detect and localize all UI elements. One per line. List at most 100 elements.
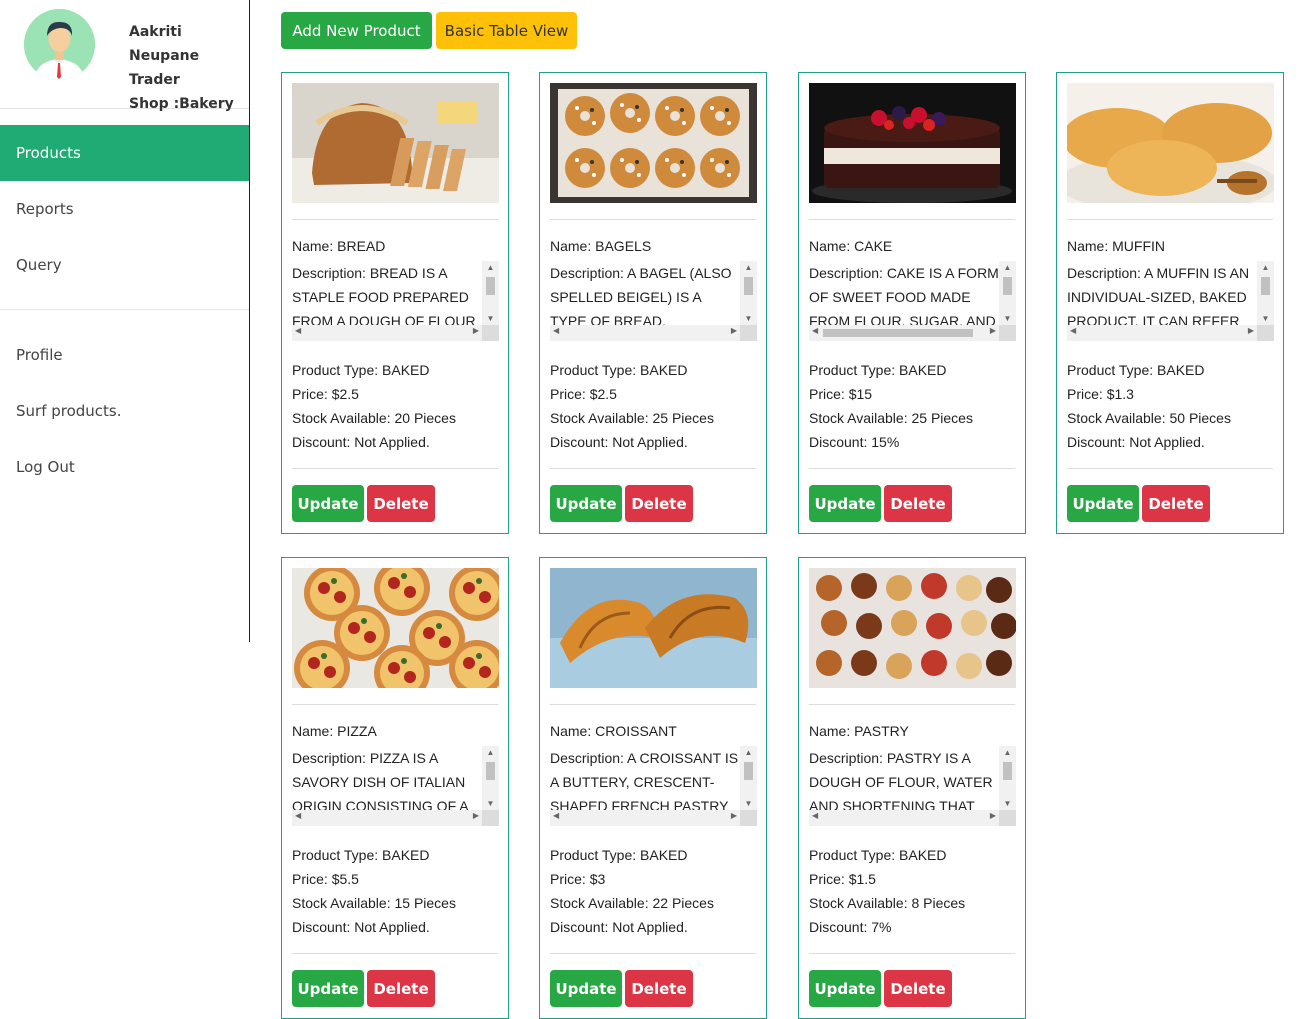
description-box[interactable]: Description: A CROISSANT IS A BUTTERY, C… [550, 746, 757, 826]
product-card-cake: Name: CAKE Description: CAKE IS A FORM O… [798, 72, 1026, 534]
horizontal-scrollbar[interactable]: ◀ ▶ [809, 325, 999, 341]
discount-label: Discount: [550, 919, 609, 935]
scroll-thumb[interactable] [744, 762, 753, 780]
scroll-right-icon[interactable]: ▶ [731, 326, 737, 335]
product-type-line: Product Type: BAKED [292, 358, 456, 382]
hscroll-thumb[interactable] [823, 329, 973, 337]
update-button[interactable]: Update [809, 970, 881, 1007]
scroll-right-icon[interactable]: ▶ [731, 811, 737, 820]
sidebar-item-profile[interactable]: Profile [0, 327, 249, 383]
user-name: Aakriti Neupane [129, 24, 200, 64]
update-button[interactable]: Update [809, 485, 881, 522]
horizontal-scrollbar[interactable]: ◀ ▶ [1067, 325, 1257, 341]
sidebar-item-reports[interactable]: Reports [0, 181, 249, 237]
product-name: BAGELS [595, 238, 652, 254]
scroll-corner [482, 325, 499, 341]
description-box[interactable]: Description: A BAGEL (ALSO SPELLED BEIGE… [550, 261, 757, 341]
scroll-left-icon[interactable]: ◀ [812, 326, 818, 335]
scroll-up-icon[interactable]: ▲ [482, 263, 499, 272]
sidebar-item-products[interactable]: Products [0, 125, 249, 181]
name-label: Name: [809, 723, 851, 739]
update-button[interactable]: Update [292, 970, 364, 1007]
horizontal-scrollbar[interactable]: ◀ ▶ [550, 325, 740, 341]
update-button[interactable]: Update [292, 485, 364, 522]
scroll-right-icon[interactable]: ▶ [1248, 326, 1254, 335]
stock-label: Stock Available: [550, 410, 649, 426]
scroll-left-icon[interactable]: ◀ [295, 326, 301, 335]
scroll-up-icon[interactable]: ▲ [999, 263, 1016, 272]
delete-button[interactable]: Delete [625, 970, 693, 1007]
product-card-muffin: Name: MUFFIN Description: A MUFFIN IS AN… [1056, 72, 1284, 534]
horizontal-scrollbar[interactable]: ◀ ▶ [292, 325, 482, 341]
divider [550, 219, 756, 220]
scroll-left-icon[interactable]: ◀ [1070, 326, 1076, 335]
delete-button[interactable]: Delete [367, 485, 435, 522]
sidebar-item-query[interactable]: Query [0, 237, 249, 293]
delete-button[interactable]: Delete [884, 485, 952, 522]
scroll-left-icon[interactable]: ◀ [812, 811, 818, 820]
horizontal-scrollbar[interactable]: ◀ ▶ [809, 810, 999, 826]
scroll-right-icon[interactable]: ▶ [990, 811, 996, 820]
vertical-scrollbar[interactable]: ▲ ▼ [1257, 261, 1274, 325]
scroll-thumb[interactable] [1003, 277, 1012, 295]
scroll-right-icon[interactable]: ▶ [990, 326, 996, 335]
scroll-down-icon[interactable]: ▼ [1257, 314, 1274, 323]
discount-line: Discount: 15% [809, 430, 973, 454]
scroll-up-icon[interactable]: ▲ [740, 263, 757, 272]
scroll-left-icon[interactable]: ◀ [295, 811, 301, 820]
description-box[interactable]: Description: PIZZA IS A SAVORY DISH OF I… [292, 746, 499, 826]
scroll-down-icon[interactable]: ▼ [482, 314, 499, 323]
delete-button[interactable]: Delete [884, 970, 952, 1007]
add-new-product-button[interactable]: Add New Product [281, 12, 432, 49]
delete-button[interactable]: Delete [367, 970, 435, 1007]
name-label: Name: [292, 238, 334, 254]
horizontal-scrollbar[interactable]: ◀ ▶ [550, 810, 740, 826]
product-type: BAKED [899, 362, 947, 378]
sidebar-item-logout[interactable]: Log Out [0, 439, 249, 495]
scroll-up-icon[interactable]: ▲ [999, 748, 1016, 757]
stock-line: Stock Available: 25 Pieces [809, 406, 973, 430]
scroll-left-icon[interactable]: ◀ [553, 811, 559, 820]
divider [292, 704, 498, 705]
scroll-up-icon[interactable]: ▲ [740, 748, 757, 757]
vertical-scrollbar[interactable]: ▲ ▼ [740, 746, 757, 810]
horizontal-scrollbar[interactable]: ◀ ▶ [292, 810, 482, 826]
vertical-scrollbar[interactable]: ▲ ▼ [482, 261, 499, 325]
scroll-right-icon[interactable]: ▶ [473, 811, 479, 820]
vertical-scrollbar[interactable]: ▲ ▼ [482, 746, 499, 810]
update-button[interactable]: Update [550, 485, 622, 522]
scroll-down-icon[interactable]: ▼ [740, 314, 757, 323]
scroll-up-icon[interactable]: ▲ [1257, 263, 1274, 272]
scroll-left-icon[interactable]: ◀ [553, 326, 559, 335]
delete-button[interactable]: Delete [1142, 485, 1210, 522]
scroll-up-icon[interactable]: ▲ [482, 748, 499, 757]
scroll-down-icon[interactable]: ▼ [740, 799, 757, 808]
description-box[interactable]: Description: PASTRY IS A DOUGH OF FLOUR,… [809, 746, 1016, 826]
description-box[interactable]: Description: A MUFFIN IS AN INDIVIDUAL-S… [1067, 261, 1274, 341]
scroll-thumb[interactable] [744, 277, 753, 295]
description-box[interactable]: Description: CAKE IS A FORM OF SWEET FOO… [809, 261, 1016, 341]
scroll-thumb[interactable] [1003, 762, 1012, 780]
sidebar-item-surf-products[interactable]: Surf products. [0, 383, 249, 439]
description-box[interactable]: Description: BREAD IS A STAPLE FOOD PREP… [292, 261, 499, 341]
vertical-scrollbar[interactable]: ▲ ▼ [740, 261, 757, 325]
scroll-down-icon[interactable]: ▼ [482, 799, 499, 808]
scroll-down-icon[interactable]: ▼ [999, 314, 1016, 323]
vertical-scrollbar[interactable]: ▲ ▼ [999, 261, 1016, 325]
product-stock: 25 Pieces [911, 410, 973, 426]
discount-line: Discount: 7% [809, 915, 965, 939]
scroll-thumb[interactable] [1261, 277, 1270, 295]
scroll-thumb[interactable] [486, 762, 495, 780]
price-line: Price: $5.5 [292, 867, 456, 891]
update-button[interactable]: Update [550, 970, 622, 1007]
product-name: CROISSANT [595, 723, 677, 739]
delete-button[interactable]: Delete [625, 485, 693, 522]
scroll-thumb[interactable] [486, 277, 495, 295]
name-label: Name: [1067, 238, 1109, 254]
stock-line: Stock Available: 50 Pieces [1067, 406, 1231, 430]
update-button[interactable]: Update [1067, 485, 1139, 522]
basic-table-view-button[interactable]: Basic Table View [436, 12, 577, 49]
vertical-scrollbar[interactable]: ▲ ▼ [999, 746, 1016, 810]
scroll-right-icon[interactable]: ▶ [473, 326, 479, 335]
scroll-down-icon[interactable]: ▼ [999, 799, 1016, 808]
